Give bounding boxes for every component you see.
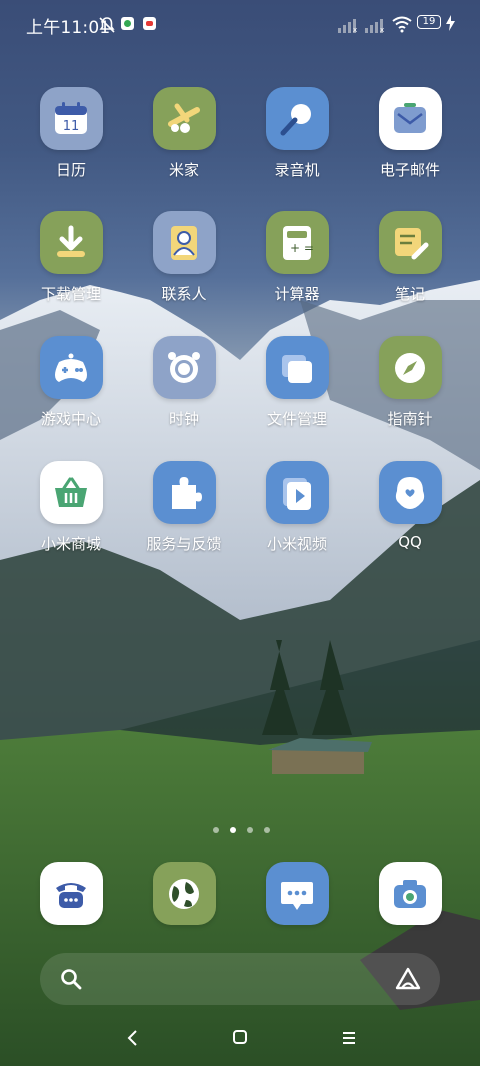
clock-icon bbox=[152, 336, 216, 399]
app-shop-basket[interactable]: 小米商城 bbox=[16, 461, 126, 554]
app-files[interactable]: 文件管理 bbox=[242, 336, 352, 429]
app-label: 下载管理 bbox=[40, 285, 101, 303]
page-dot bbox=[230, 827, 236, 833]
assistant-icon[interactable] bbox=[395, 967, 421, 991]
app-label: 日历 bbox=[55, 161, 86, 179]
app-label: 时钟 bbox=[168, 410, 199, 428]
app-download[interactable]: 下载管理 bbox=[16, 211, 126, 304]
status-bar: 上午11:01 x x 19 bbox=[0, 0, 480, 50]
puzzle-icon bbox=[152, 461, 216, 524]
app-label: 笔记 bbox=[394, 285, 425, 303]
svg-text:x: x bbox=[353, 26, 357, 33]
search-bar[interactable] bbox=[40, 953, 440, 1005]
dock-camera[interactable] bbox=[355, 862, 465, 925]
svg-text:x: x bbox=[380, 26, 384, 33]
app-calendar[interactable]: 11 日历 bbox=[16, 87, 126, 180]
app-label: 小米商城 bbox=[40, 535, 101, 553]
app-compass[interactable]: 指南针 bbox=[355, 336, 465, 429]
app-label: 指南针 bbox=[387, 410, 433, 428]
search-icon bbox=[61, 969, 82, 990]
app-label: 米家 bbox=[168, 161, 199, 179]
globe-icon bbox=[152, 862, 216, 925]
back-icon[interactable] bbox=[126, 1029, 140, 1047]
dock-browser[interactable] bbox=[129, 862, 239, 925]
svg-text:11: 11 bbox=[63, 119, 80, 134]
app-label: 电子邮件 bbox=[379, 161, 440, 179]
app-calculator[interactable]: + = 计算器 bbox=[242, 211, 352, 304]
app-label: QQ bbox=[398, 533, 422, 551]
app-puzzle[interactable]: 服务与反馈 bbox=[129, 461, 239, 554]
app-label: 游戏中心 bbox=[40, 410, 101, 428]
wifi-icon bbox=[392, 16, 412, 33]
app-label: 计算器 bbox=[274, 285, 320, 303]
app-notification-icon bbox=[143, 17, 156, 30]
app-mail[interactable]: 电子邮件 bbox=[355, 87, 465, 180]
app-qq[interactable]: QQ bbox=[355, 461, 465, 551]
signal-off-icon: x bbox=[338, 19, 357, 33]
app-notification-icon bbox=[121, 17, 134, 30]
battery-level: 19 bbox=[422, 16, 436, 27]
page-indicator bbox=[0, 827, 480, 837]
mijia-icon bbox=[152, 87, 216, 150]
app-label: 小米视频 bbox=[266, 535, 327, 553]
page-dot bbox=[213, 827, 219, 833]
app-label: 录音机 bbox=[274, 161, 320, 179]
download-icon bbox=[39, 211, 103, 274]
home-icon[interactable] bbox=[232, 1029, 248, 1045]
camera-icon bbox=[378, 862, 442, 925]
calculator-icon: + = bbox=[265, 211, 329, 274]
signal-off-icon: x bbox=[365, 19, 384, 33]
app-gamepad[interactable]: 游戏中心 bbox=[16, 336, 126, 429]
app-clock[interactable]: 时钟 bbox=[129, 336, 239, 429]
page-dot bbox=[264, 827, 270, 833]
message-icon bbox=[265, 862, 329, 925]
app-notes[interactable]: 笔记 bbox=[355, 211, 465, 304]
page-dot bbox=[247, 827, 253, 833]
charging-icon bbox=[446, 15, 455, 31]
app-contacts[interactable]: 联系人 bbox=[129, 211, 239, 304]
compass-icon bbox=[378, 336, 442, 399]
qq-icon bbox=[378, 461, 442, 524]
video-icon bbox=[265, 461, 329, 524]
gamepad-icon bbox=[39, 336, 103, 399]
notes-icon bbox=[378, 211, 442, 274]
phone-icon bbox=[39, 862, 103, 925]
app-mijia[interactable]: 米家 bbox=[129, 87, 239, 180]
app-label: 联系人 bbox=[161, 285, 207, 303]
dock-messages[interactable] bbox=[242, 862, 352, 925]
recents-icon[interactable] bbox=[341, 1030, 357, 1046]
calendar-icon: 11 bbox=[39, 87, 103, 150]
dock-phone[interactable] bbox=[16, 862, 126, 925]
navigation-bar bbox=[0, 1016, 480, 1060]
contacts-icon bbox=[152, 211, 216, 274]
app-label: 文件管理 bbox=[266, 410, 327, 428]
battery-icon: 19 bbox=[417, 15, 441, 29]
recorder-icon bbox=[265, 87, 329, 150]
svg-text:+ =: + = bbox=[290, 241, 314, 255]
files-icon bbox=[265, 336, 329, 399]
app-recorder[interactable]: 录音机 bbox=[242, 87, 352, 180]
mail-icon bbox=[378, 87, 442, 150]
app-label: 服务与反馈 bbox=[146, 535, 222, 553]
notification-muted-icon bbox=[99, 17, 115, 33]
shop-basket-icon bbox=[39, 461, 103, 524]
app-video[interactable]: 小米视频 bbox=[242, 461, 352, 554]
